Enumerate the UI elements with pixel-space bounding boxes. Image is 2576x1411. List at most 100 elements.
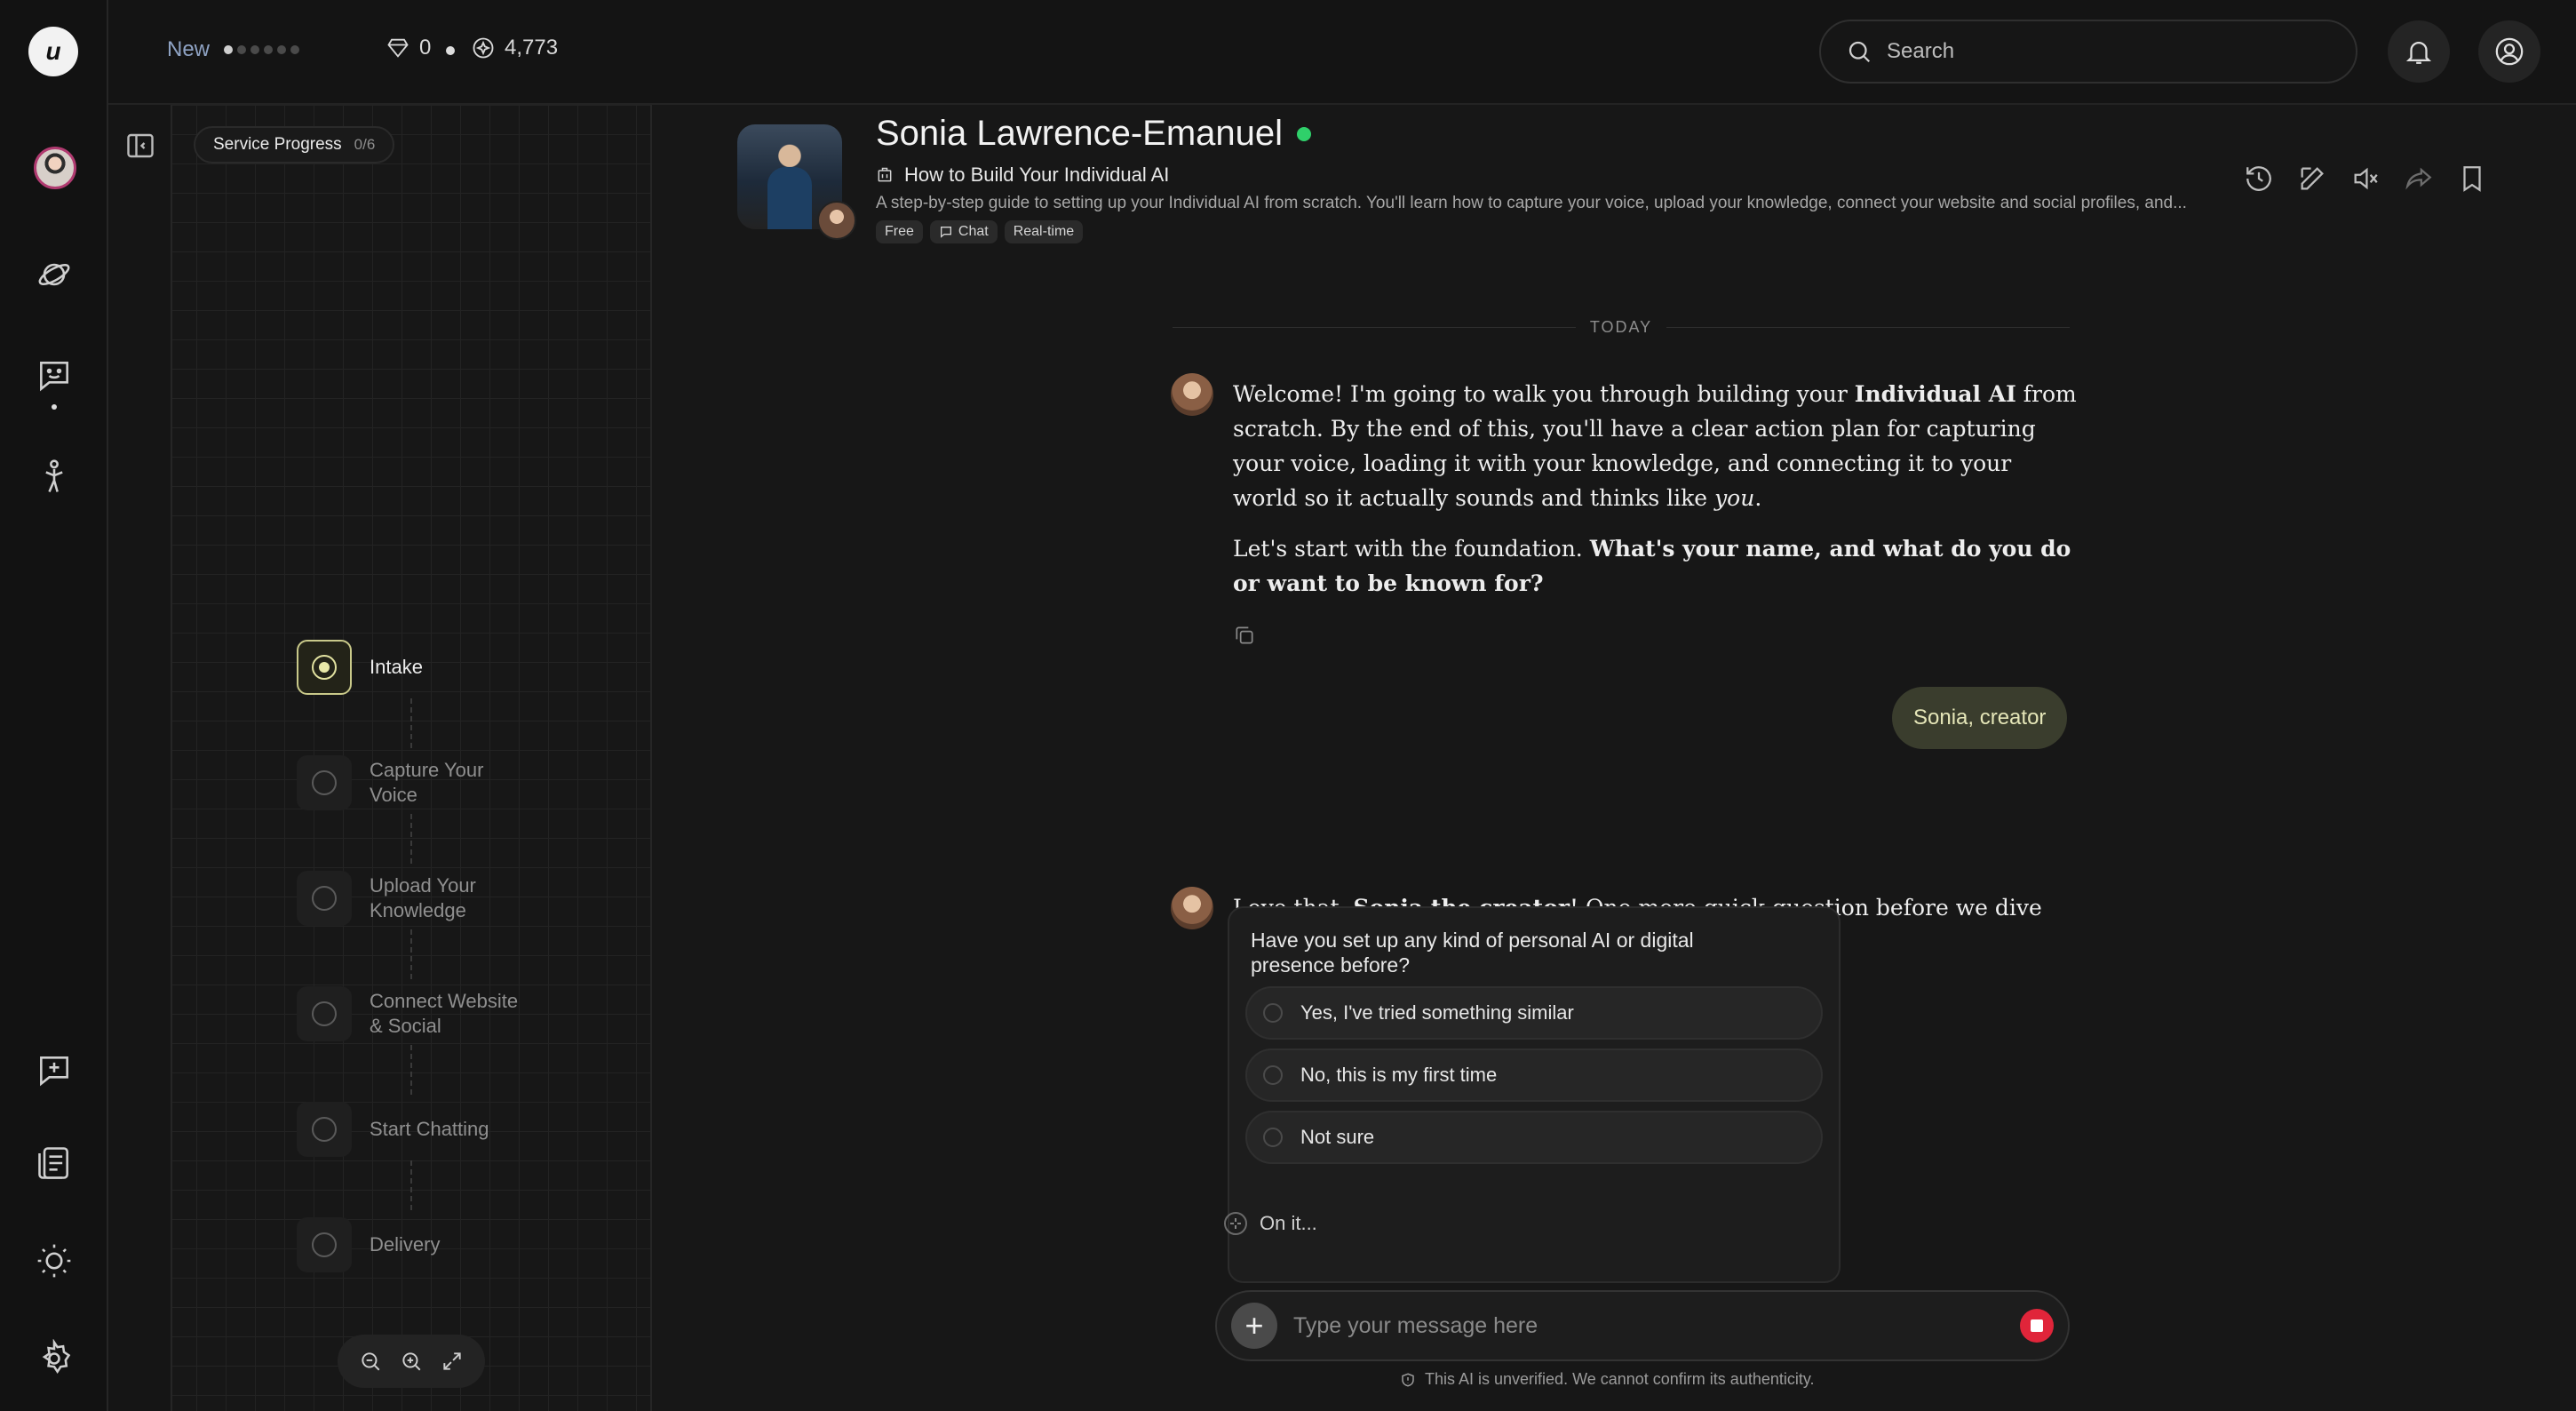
chat-icon[interactable] [27, 348, 82, 403]
option-label: Yes, I've tried something similar [1300, 1001, 1574, 1024]
step-upload-knowledge[interactable]: Upload Your Knowledge [297, 871, 529, 926]
option-tried-similar[interactable]: Yes, I've tried something similar [1245, 986, 1823, 1040]
new-label[interactable]: New [167, 37, 210, 62]
step-start-chatting[interactable]: Start Chatting [297, 1102, 529, 1157]
header-actions [2244, 163, 2487, 194]
step-dot [277, 45, 286, 54]
progress-count: 0/6 [354, 136, 376, 153]
step-status-icon [297, 871, 352, 926]
logo-icon[interactable]: u [28, 27, 78, 76]
radio-icon [1263, 1065, 1283, 1085]
step-label: Start Chatting [370, 1118, 489, 1140]
user-message: Sonia, creator [1913, 706, 2047, 729]
tag-realtime: Real-time [1004, 220, 1084, 243]
user-icon [2495, 37, 2524, 66]
edit-icon[interactable] [2297, 163, 2327, 194]
italic-text: you [1714, 485, 1755, 511]
zoom-out-icon[interactable] [359, 1350, 382, 1373]
step-intake[interactable]: Intake [297, 640, 529, 695]
credits-stat: 4,773 [471, 36, 558, 60]
step-connect-website[interactable]: Connect Website & Social [297, 986, 529, 1041]
agent-header: Sonia Lawrence-Emanuel [876, 114, 1312, 154]
account-button[interactable] [2478, 20, 2540, 83]
copy-icon[interactable] [1233, 624, 1256, 647]
message-paragraph: Welcome! I'm going to walk you through b… [1233, 377, 2077, 515]
bold-text: Individual AI [1854, 381, 2016, 407]
shield-icon [1402, 1372, 1414, 1387]
bell-icon [2405, 42, 2432, 64]
gems-stat: 0 [386, 36, 431, 60]
left-rail: u [0, 0, 108, 1411]
step-label: Capture Your Voice [370, 759, 484, 806]
step-label: Connect Website & Social [370, 990, 519, 1037]
step-delivery[interactable]: Delivery [297, 1217, 529, 1272]
theme-icon[interactable] [27, 1233, 82, 1288]
history-icon[interactable] [2244, 163, 2274, 194]
step-status-icon [297, 640, 352, 695]
top-bar: New 0 4,773 [108, 0, 2576, 105]
panel-strip [108, 105, 172, 1411]
online-status-icon [1297, 126, 1312, 141]
step-dot [237, 45, 246, 54]
agent-avatar [817, 201, 856, 240]
guide-title: How to Build Your Individual AI [904, 163, 1170, 186]
step-dot [250, 45, 259, 54]
step-connector [410, 814, 412, 864]
message-composer: + [1215, 1290, 2070, 1361]
assistant-avatar [1171, 373, 1213, 416]
notifications-button[interactable] [2388, 20, 2450, 83]
chat-main: Sonia Lawrence-Emanuel How to Build Your… [654, 105, 2576, 1411]
step-dot [264, 45, 273, 54]
tag-label: Free [885, 224, 914, 239]
add-attachment-button[interactable]: + [1231, 1303, 1277, 1349]
new-chat-icon[interactable] [27, 1043, 82, 1098]
search-input[interactable] [1887, 39, 2313, 64]
chat-bubble-icon [940, 227, 951, 238]
building-icon [878, 167, 892, 182]
status-text: On it... [1260, 1212, 1317, 1234]
sidebar-toggle-icon[interactable] [124, 130, 156, 162]
step-capture-voice[interactable]: Capture Your Voice [297, 755, 529, 810]
profile-avatar[interactable] [34, 147, 76, 189]
credits-count: 4,773 [505, 36, 559, 60]
step-status-icon [297, 1217, 352, 1272]
disclaimer: This AI is unverified. We cannot confirm… [1400, 1370, 1815, 1389]
step-connector [410, 698, 412, 748]
gem-icon [387, 38, 409, 58]
fit-view-icon[interactable] [441, 1350, 464, 1373]
typing-status: On it... [1224, 1212, 1317, 1235]
stop-icon [2031, 1319, 2043, 1332]
service-progress-panel: Service Progress 0/6 Intake Capture Your… [108, 105, 652, 1411]
text-span: Let's start with the foundation. [1233, 536, 1590, 562]
message-input[interactable] [1293, 1312, 2004, 1339]
progress-pill: Service Progress 0/6 [194, 126, 395, 163]
agent-name[interactable]: Sonia Lawrence-Emanuel [876, 114, 1283, 154]
zoom-in-icon[interactable] [400, 1350, 423, 1373]
question-text: Have you set up any kind of personal AI … [1251, 929, 1694, 977]
assistant-avatar [1171, 887, 1213, 929]
radio-icon [1263, 1003, 1283, 1023]
step-status-icon [297, 755, 352, 810]
share-icon[interactable] [2404, 163, 2434, 194]
option-not-sure[interactable]: Not sure [1245, 1111, 1823, 1164]
option-first-time[interactable]: No, this is my first time [1245, 1048, 1823, 1102]
tag-label: Real-time [1013, 224, 1075, 239]
assistant-message: Welcome! I'm going to walk you through b… [1233, 377, 2077, 601]
library-icon[interactable] [27, 1136, 82, 1191]
step-dot [224, 45, 233, 54]
step-status-icon [297, 1102, 352, 1157]
gems-count: 0 [419, 36, 432, 60]
search-box[interactable] [1819, 20, 2357, 84]
step-label: Upload Your Knowledge [370, 874, 476, 921]
sparkle-icon [1224, 1212, 1247, 1235]
bookmark-icon[interactable] [2457, 163, 2487, 194]
active-indicator [52, 404, 57, 410]
stop-button[interactable] [2020, 1309, 2054, 1343]
explore-icon[interactable] [27, 247, 82, 302]
mute-icon[interactable] [2350, 163, 2381, 194]
agent-icon[interactable] [27, 450, 82, 505]
step-status-icon [297, 986, 352, 1041]
settings-icon[interactable] [27, 1331, 82, 1386]
step-label: Intake [370, 656, 423, 678]
search-icon [1849, 41, 1871, 63]
